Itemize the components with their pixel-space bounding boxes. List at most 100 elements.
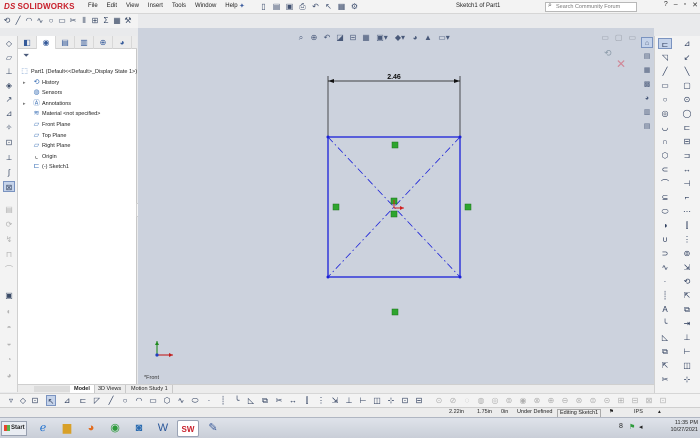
circle-dropdown-icon[interactable]: ◯ <box>680 108 694 119</box>
repair-bottom-icon[interactable]: ◫ <box>372 395 382 406</box>
sketch-endpoint[interactable] <box>458 275 462 279</box>
clock[interactable]: 11:35 PM 10/27/2021 <box>670 420 698 434</box>
tangent-arc-icon[interactable]: ∩ <box>658 136 672 147</box>
tree-item-sketch1[interactable]: ⊏ (-) Sketch1 <box>20 162 137 173</box>
repair-sketch-icon[interactable]: ◫ <box>680 360 694 371</box>
text-tool-icon[interactable]: A <box>658 304 672 315</box>
status-units[interactable]: IPS <box>634 408 643 417</box>
tree-item-material[interactable]: ≋ Material <not specified> <box>20 109 137 120</box>
tree-item-history[interactable]: ▸ ⟲ History <box>20 78 137 89</box>
grid-snap-icon[interactable]: ⊿ <box>62 395 72 406</box>
line-dropdown-icon[interactable]: ╲ <box>680 66 694 77</box>
status-rebuild-icon[interactable]: ⚑ <box>609 408 614 417</box>
vertical-relation-icon[interactable] <box>332 203 340 211</box>
point-bottom-icon[interactable]: · <box>204 395 214 406</box>
horizontal-relation-icon[interactable] <box>391 308 399 316</box>
conic-icon[interactable]: ⊃ <box>658 248 672 259</box>
circle-tool-icon[interactable]: ○ <box>658 94 672 105</box>
smart-dim-icon[interactable]: ◹ <box>658 52 672 63</box>
plane-tool-icon[interactable]: ▱ <box>3 52 15 63</box>
cut-loft-icon[interactable]: ◒ <box>3 338 15 349</box>
disabled-tool-icon[interactable]: ⊝ <box>602 395 612 406</box>
scale-entities-icon[interactable]: ⇱ <box>680 290 694 301</box>
offset-icon[interactable]: ⊞ <box>90 15 100 26</box>
trim-bottom-icon[interactable]: ✂ <box>274 395 284 406</box>
forum-icon[interactable]: ▤ <box>641 121 653 132</box>
line-bottom-icon[interactable]: ╱ <box>106 395 116 406</box>
menu-insert[interactable]: Insert <box>148 3 163 9</box>
arc-bottom-icon[interactable]: ◠ <box>134 395 144 406</box>
extrude-icon[interactable]: ▤ <box>3 204 15 215</box>
slot-icon[interactable]: ⊂ <box>658 164 672 175</box>
mirror-bottom-icon[interactable]: ⫿ <box>302 395 312 406</box>
file-explorer-icon[interactable]: ▆ <box>56 420 78 437</box>
disabled-tool-icon[interactable]: ⊕ <box>546 395 556 406</box>
menu-help[interactable]: Help <box>225 3 237 9</box>
solidworks-resources-icon[interactable]: ⌂ <box>641 37 653 48</box>
tree-root[interactable]: ⬚ Part1 (Default<<Default>_Display State… <box>20 67 137 78</box>
sketch-endpoint[interactable] <box>458 135 462 139</box>
help-icon[interactable]: ? <box>664 1 668 9</box>
disabled-tool-icon[interactable]: ⊠ <box>644 395 654 406</box>
offset-bottom-icon[interactable]: ⧉ <box>260 395 270 406</box>
disabled-tool-icon[interactable]: ◌ <box>462 395 472 406</box>
point-tool-icon[interactable]: · <box>658 276 672 287</box>
disabled-tool-icon[interactable]: ⊙ <box>434 395 444 406</box>
loft-icon[interactable]: ⊓ <box>3 249 15 260</box>
filter-icon[interactable]: ⏷ <box>23 51 29 61</box>
menu-view[interactable]: View <box>126 3 139 9</box>
file-explorer-icon[interactable]: ▦ <box>641 65 653 76</box>
tool-icon[interactable]: ⚒ <box>123 15 133 26</box>
pattern-icon[interactable]: ◕ <box>3 370 15 381</box>
point-icon[interactable]: ✧ <box>3 122 15 133</box>
curve-tool-icon[interactable]: ∫ <box>3 167 15 178</box>
disabled-tool-icon[interactable]: ◉ <box>518 395 528 406</box>
feature-tree-tab-icon[interactable]: ◉ <box>37 36 56 49</box>
rapid-sketch-icon[interactable]: ⊿ <box>680 38 694 49</box>
property-tab-icon[interactable]: ▤ <box>56 36 75 49</box>
grid-icon[interactable]: ▦ <box>112 15 122 26</box>
construction-icon[interactable]: ⋯ <box>680 206 694 217</box>
fix-bottom-icon[interactable]: ⊢ <box>358 395 368 406</box>
orientation-icon[interactable]: ◇ <box>18 395 28 406</box>
fillet-bottom-icon[interactable]: ╰ <box>232 395 242 406</box>
fit-spline-icon[interactable]: ⊐ <box>680 150 694 161</box>
disabled-tool-icon[interactable]: ⊖ <box>560 395 570 406</box>
copy-entities-icon[interactable]: ⧉ <box>680 304 694 315</box>
design-library-icon[interactable]: ▤ <box>641 51 653 62</box>
extend-icon[interactable]: ↔ <box>680 164 694 175</box>
select-icon[interactable]: ↖ <box>323 1 334 12</box>
tree-item-top-plane[interactable]: ▱ Top Plane <box>20 131 137 142</box>
sketch-endpoint[interactable] <box>326 135 330 139</box>
wrap-icon[interactable]: ⊡ <box>3 137 15 148</box>
smart-dimension-icon[interactable]: ◇ <box>3 38 15 49</box>
sketch-icon[interactable]: ⊏ <box>78 395 88 406</box>
stretch-icon[interactable]: ⇥ <box>680 318 694 329</box>
custom-properties-icon[interactable]: ▥ <box>641 107 653 118</box>
disabled-tool-icon[interactable]: ⊚ <box>504 395 514 406</box>
close-icon[interactable]: ✕ <box>692 1 698 9</box>
disabled-tool-icon[interactable]: ⊡ <box>658 395 668 406</box>
dimension-tool-icon[interactable]: ◸ <box>92 395 102 406</box>
graphics-area[interactable]: ⌕ ⊕ ↶ ◪ ⊟ ▦ ▣▾ ◆▾ ◕ ▲ ▭▾ ▭ ▢ ▭ ⟲ ✕ 2.46 <box>138 28 654 384</box>
save-icon[interactable]: ▣ <box>284 1 295 12</box>
relation-bottom-icon[interactable]: ⊥ <box>344 395 354 406</box>
disabled-tool-icon[interactable]: ⊞ <box>616 395 626 406</box>
expand-arrow-icon[interactable]: ▸ <box>23 99 26 110</box>
zoom-icon[interactable]: ⊡ <box>30 395 40 406</box>
cut-sweep-icon[interactable]: ◓ <box>3 322 15 333</box>
axis-icon[interactable]: ⊥ <box>3 66 15 77</box>
menu-window[interactable]: Window <box>195 3 216 9</box>
outlook-icon[interactable]: ◙ <box>128 420 150 437</box>
status-units-dropdown-icon[interactable]: ▴ <box>658 408 661 417</box>
mirror-entities-icon[interactable]: ⫿ <box>680 220 694 231</box>
arc-icon[interactable]: ◠ <box>24 15 34 26</box>
restore-icon[interactable]: ▫ <box>684 1 686 9</box>
partial-ellipse-icon[interactable]: ◑ <box>658 220 672 231</box>
disabled-tool-icon[interactable]: ◎ <box>490 395 500 406</box>
move-entities-icon[interactable]: ⇲ <box>680 262 694 273</box>
arc-dropdown-icon[interactable]: ⊙ <box>680 94 694 105</box>
trim-tool-icon[interactable]: ✂ <box>658 374 672 385</box>
horizontal-relation-icon[interactable] <box>391 141 399 149</box>
quick-snap-bottom-icon[interactable]: ⊡ <box>400 395 410 406</box>
